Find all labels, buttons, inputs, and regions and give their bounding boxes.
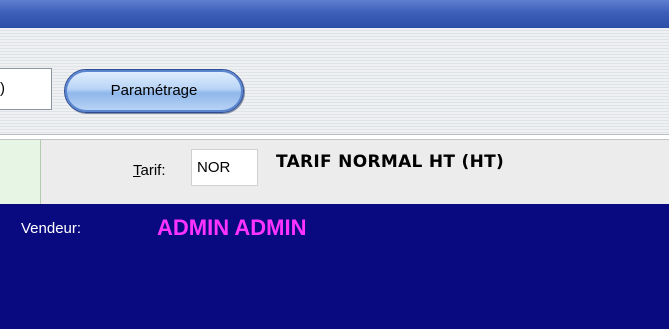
tarif-code-field[interactable]: NOR bbox=[191, 149, 258, 186]
vendeur-panel: Vendeur: ADMIN ADMIN bbox=[0, 204, 669, 329]
status-panel bbox=[0, 140, 41, 204]
toolbar: ) Paramétrage bbox=[0, 28, 669, 137]
vendeur-name: ADMIN ADMIN bbox=[157, 215, 307, 240]
tarif-label-text: arif: bbox=[140, 162, 166, 179]
tarif-label: Tarif: bbox=[133, 162, 166, 179]
app-window: ) Paramétrage Tarif: NOR TARIF NORMAL HT… bbox=[0, 0, 669, 329]
tarif-bar: Tarif: NOR TARIF NORMAL HT (HT) bbox=[0, 139, 669, 204]
code-field[interactable]: ) bbox=[0, 68, 52, 110]
parametrage-button[interactable]: Paramétrage bbox=[64, 69, 244, 113]
vendeur-label: Vendeur: bbox=[21, 220, 82, 237]
title-bar bbox=[0, 0, 669, 28]
tarif-label-accelerator: T bbox=[133, 162, 141, 179]
tarif-description: TARIF NORMAL HT (HT) bbox=[276, 152, 505, 172]
